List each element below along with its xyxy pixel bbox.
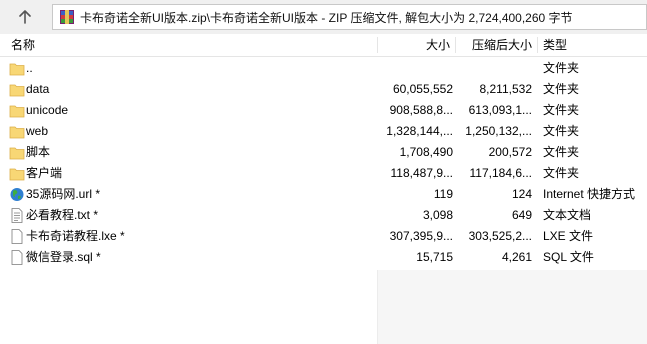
item-packed-size: 117,184,6... — [469, 166, 533, 180]
folder-icon — [9, 105, 25, 118]
column-header: 名称 大小 压缩后大小 类型 — [0, 34, 647, 57]
folder-icon — [9, 126, 25, 139]
list-item[interactable]: unicode 908,588,8... 613,093,1... 文件夹 — [0, 100, 647, 121]
list-item[interactable]: 卡布奇诺教程.lxe * 307,395,9... 303,525,2... L… — [0, 226, 647, 247]
item-size: 307,395,9... — [389, 229, 453, 243]
file-list: .. 文件夹 data 60,055,552 8,211,532 文件夹 uni… — [0, 58, 647, 344]
item-name: 客户端 — [26, 166, 63, 180]
item-name: 卡布奇诺教程.lxe * — [26, 229, 125, 243]
item-packed-size — [455, 58, 532, 79]
header-size[interactable]: 大小 — [378, 34, 450, 56]
item-name: 必看教程.txt * — [26, 208, 99, 222]
path-text: 卡布奇诺全新UI版本.zip\卡布奇诺全新UI版本 - ZIP 压缩文件, 解包… — [80, 10, 573, 25]
item-name: 35源码网.url * — [26, 187, 101, 201]
item-type: 文件夹 — [543, 61, 580, 75]
item-size: 908,588,8... — [389, 103, 453, 117]
item-type: Internet 快捷方式 — [543, 187, 636, 201]
list-item[interactable]: .. 文件夹 — [0, 58, 647, 79]
folder-icon — [9, 168, 25, 181]
item-packed-size: 1,250,132,... — [465, 124, 532, 138]
item-type: 文件夹 — [543, 103, 580, 117]
item-name: unicode — [26, 103, 69, 117]
header-type[interactable]: 类型 — [543, 34, 567, 56]
list-item[interactable]: data 60,055,552 8,211,532 文件夹 — [0, 79, 647, 100]
item-size: 1,328,144,... — [386, 124, 453, 138]
list-item[interactable]: web 1,328,144,... 1,250,132,... 文件夹 — [0, 121, 647, 142]
item-type: 文件夹 — [543, 82, 580, 96]
file-icon — [11, 250, 23, 265]
item-name: .. — [26, 61, 33, 75]
header-packed-size[interactable]: 压缩后大小 — [456, 34, 532, 56]
item-packed-size: 4,261 — [501, 250, 532, 264]
globe-icon — [10, 188, 24, 201]
header-name[interactable]: 名称 — [11, 34, 35, 56]
archive-icon — [60, 10, 74, 24]
list-item[interactable]: 35源码网.url * 119 124 Internet 快捷方式 — [0, 184, 647, 205]
text-file-icon — [11, 208, 23, 223]
folder-icon — [9, 63, 25, 76]
list-item[interactable]: 脚本 1,708,490 200,572 文件夹 — [0, 142, 647, 163]
item-name: web — [26, 124, 49, 138]
item-size: 1,708,490 — [399, 145, 453, 159]
path-field[interactable]: 卡布奇诺全新UI版本.zip\卡布奇诺全新UI版本 - ZIP 压缩文件, 解包… — [52, 4, 647, 30]
item-size: 3,098 — [422, 208, 453, 222]
item-size: 60,055,552 — [392, 82, 453, 96]
item-type: SQL 文件 — [543, 250, 594, 264]
arrow-up-icon — [19, 10, 31, 24]
item-size: 118,487,9... — [390, 166, 454, 180]
folder-icon — [9, 147, 25, 160]
item-packed-size: 303,525,2... — [468, 229, 532, 243]
list-item[interactable]: 微信登录.sql * 15,715 4,261 SQL 文件 — [0, 247, 647, 268]
address-bar: 卡布奇诺全新UI版本.zip\卡布奇诺全新UI版本 - ZIP 压缩文件, 解包… — [0, 0, 647, 35]
item-name: 脚本 — [26, 145, 51, 159]
up-button[interactable] — [6, 4, 44, 30]
column-divider[interactable] — [537, 37, 538, 53]
folder-icon — [9, 84, 25, 97]
item-size: 119 — [433, 187, 453, 201]
item-type: LXE 文件 — [543, 229, 594, 243]
item-packed-size: 649 — [511, 208, 532, 222]
item-type: 文件夹 — [543, 145, 580, 159]
item-type: 文件夹 — [543, 166, 580, 180]
item-packed-size: 613,093,1... — [468, 103, 532, 117]
item-type: 文件夹 — [543, 124, 580, 138]
item-packed-size: 8,211,532 — [479, 82, 533, 96]
list-item[interactable]: 必看教程.txt * 3,098 649 文本文档 — [0, 205, 647, 226]
item-name: data — [26, 82, 50, 96]
item-name: 微信登录.sql * — [26, 250, 101, 264]
list-item[interactable]: 客户端 118,487,9... 117,184,6... 文件夹 — [0, 163, 647, 184]
item-packed-size: 200,572 — [488, 145, 532, 159]
item-size: 15,715 — [416, 250, 453, 264]
item-packed-size: 124 — [511, 187, 532, 201]
item-size — [378, 58, 453, 79]
file-icon — [11, 229, 23, 244]
item-type: 文本文档 — [543, 208, 592, 222]
